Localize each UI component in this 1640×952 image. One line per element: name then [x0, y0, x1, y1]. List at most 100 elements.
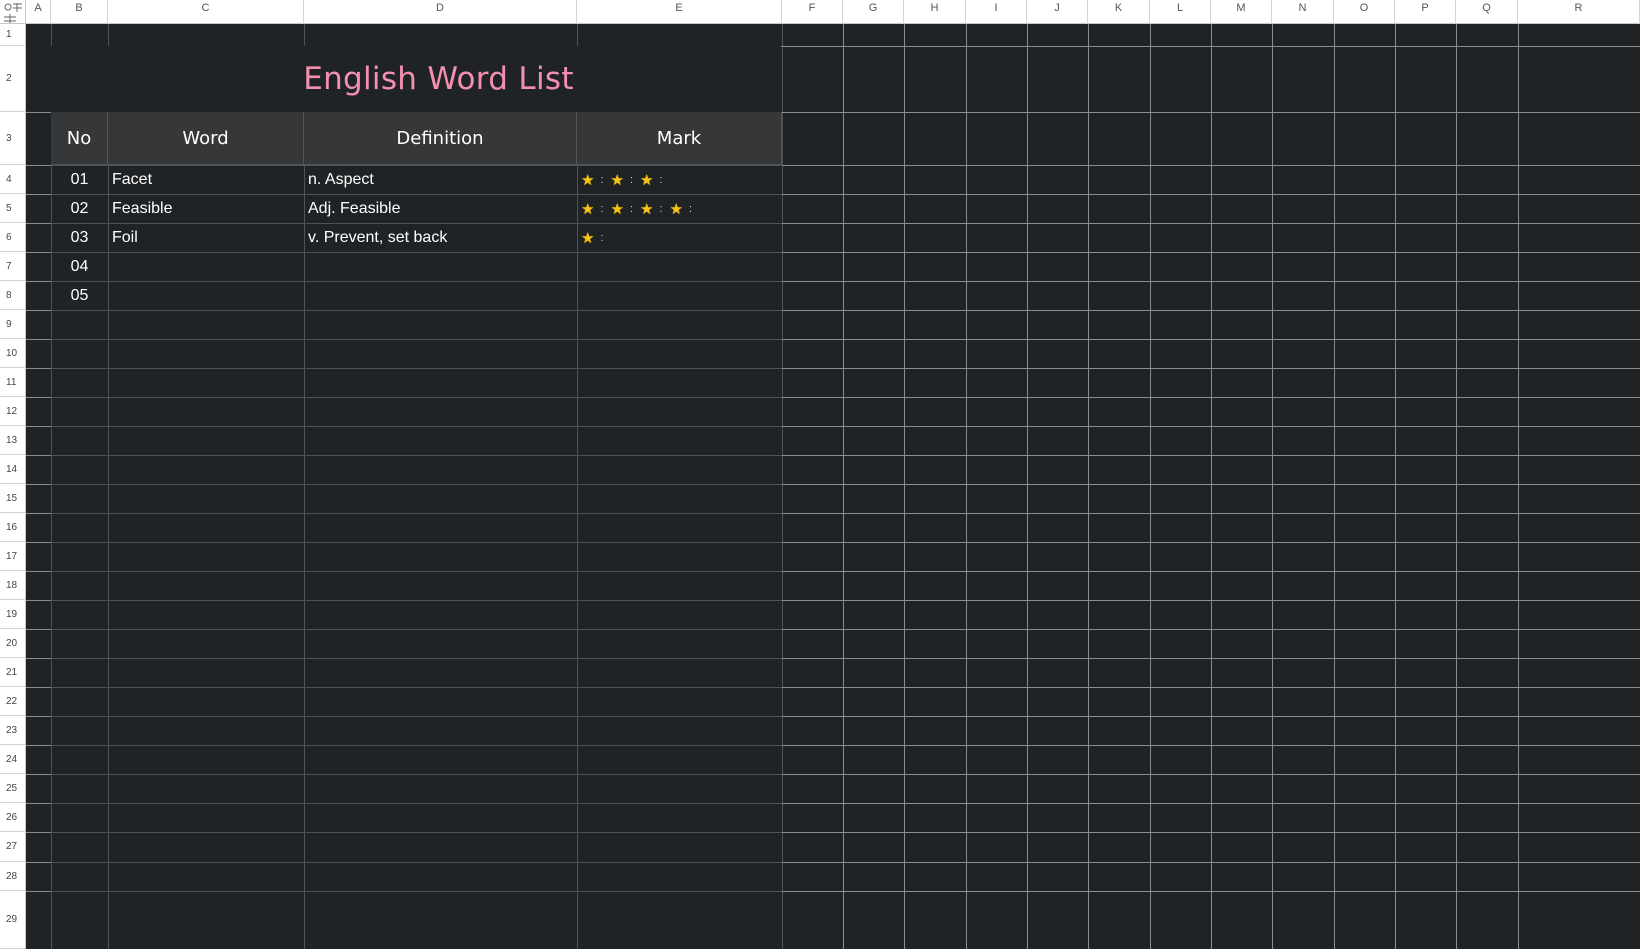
- table-hline: [51, 629, 782, 630]
- row-header-29[interactable]: 29: [0, 891, 26, 949]
- column-header-g[interactable]: G: [843, 0, 904, 24]
- entry-no[interactable]: 02: [51, 194, 108, 223]
- row-header-23[interactable]: 23: [0, 716, 26, 745]
- table-hline: [51, 310, 782, 311]
- column-header-r[interactable]: R: [1518, 0, 1640, 24]
- entry-word[interactable]: Feasible: [108, 194, 304, 223]
- row-header-7[interactable]: 7: [0, 252, 26, 281]
- row-header-18[interactable]: 18: [0, 571, 26, 600]
- row-header-15[interactable]: 15: [0, 484, 26, 513]
- row-header-28[interactable]: 28: [0, 862, 26, 891]
- row-header-20[interactable]: 20: [0, 629, 26, 658]
- column-header-i[interactable]: I: [966, 0, 1027, 24]
- column-header-p[interactable]: P: [1395, 0, 1456, 24]
- star-separator: :: [600, 173, 604, 186]
- row-header-10[interactable]: 10: [0, 339, 26, 368]
- star-icon: ★: [581, 229, 595, 247]
- star-separator: :: [689, 202, 693, 215]
- grid-vline: [1395, 24, 1396, 949]
- row-header-16[interactable]: 16: [0, 513, 26, 542]
- row-header-22[interactable]: 22: [0, 687, 26, 716]
- table-hline: [51, 803, 782, 804]
- column-header-d[interactable]: D: [304, 0, 577, 24]
- grid-vline: [1456, 24, 1457, 949]
- grid-vline: [1211, 24, 1212, 949]
- grid-vline: [966, 24, 967, 949]
- row-header-11[interactable]: 11: [0, 368, 26, 397]
- entry-word[interactable]: Facet: [108, 165, 304, 194]
- row-header-26[interactable]: 26: [0, 803, 26, 832]
- entry-no[interactable]: 01: [51, 165, 108, 194]
- entry-word[interactable]: Foil: [108, 223, 304, 252]
- column-header-f[interactable]: F: [782, 0, 843, 24]
- entry-definition[interactable]: v. Prevent, set back: [304, 223, 577, 252]
- header-definition[interactable]: Definition: [304, 112, 577, 165]
- row-header-13[interactable]: 13: [0, 426, 26, 455]
- table-hline: [51, 774, 782, 775]
- entry-mark[interactable]: [577, 252, 782, 281]
- star-separator: :: [629, 173, 634, 186]
- column-header-j[interactable]: J: [1027, 0, 1088, 24]
- table-hline: [51, 484, 782, 485]
- entry-word[interactable]: [108, 252, 304, 281]
- star-icon: ★: [640, 200, 654, 218]
- entry-no[interactable]: 04: [51, 252, 108, 281]
- row-header-25[interactable]: 25: [0, 774, 26, 803]
- row-header-21[interactable]: 21: [0, 658, 26, 687]
- entry-definition[interactable]: [304, 281, 577, 310]
- row-header-6[interactable]: 6: [0, 223, 26, 252]
- entry-no[interactable]: 05: [51, 281, 108, 310]
- header-no[interactable]: No: [51, 112, 108, 165]
- column-header-a[interactable]: A: [26, 0, 51, 24]
- column-header-k[interactable]: K: [1088, 0, 1150, 24]
- row-header-24[interactable]: 24: [0, 745, 26, 774]
- row-header-2[interactable]: 2: [0, 46, 26, 112]
- row-header-19[interactable]: 19: [0, 600, 26, 629]
- table-hline: [51, 891, 782, 892]
- header-mark[interactable]: Mark: [577, 112, 782, 165]
- row-header-17[interactable]: 17: [0, 542, 26, 571]
- entry-mark[interactable]: ★: ★: ★:: [577, 165, 782, 194]
- table-hline: [51, 862, 782, 863]
- spreadsheet: English Word List No Word Definition Mar…: [0, 0, 1640, 952]
- column-header-o[interactable]: O: [1334, 0, 1395, 24]
- column-header-b[interactable]: B: [51, 0, 108, 24]
- table-hline: [51, 600, 782, 601]
- grid-vline: [1334, 24, 1335, 949]
- column-header-c[interactable]: C: [108, 0, 304, 24]
- row-header-5[interactable]: 5: [0, 194, 26, 223]
- select-all-corner[interactable]: [0, 0, 26, 24]
- row-header-14[interactable]: 14: [0, 455, 26, 484]
- grid-vline: [904, 24, 905, 949]
- entry-definition[interactable]: [304, 252, 577, 281]
- entry-mark[interactable]: ★:: [577, 223, 782, 252]
- entry-word[interactable]: [108, 281, 304, 310]
- entry-mark[interactable]: ★: ★: ★: ★:: [577, 194, 782, 223]
- sheet-title: English Word List: [303, 61, 574, 97]
- grid-vline: [1150, 24, 1151, 949]
- column-header-l[interactable]: L: [1150, 0, 1211, 24]
- table-hline: [51, 397, 782, 398]
- entry-definition[interactable]: Adj. Feasible: [304, 194, 577, 223]
- row-header-3[interactable]: 3: [0, 112, 26, 165]
- row-header-12[interactable]: 12: [0, 397, 26, 426]
- table-hline: [51, 426, 782, 427]
- sheet-title-cell[interactable]: English Word List: [26, 46, 781, 112]
- row-header-1[interactable]: 1: [0, 24, 26, 46]
- header-word[interactable]: Word: [108, 112, 304, 165]
- star-icon: ★: [610, 171, 624, 189]
- table-hline: [51, 339, 782, 340]
- column-header-q[interactable]: Q: [1456, 0, 1518, 24]
- column-header-e[interactable]: E: [577, 0, 782, 24]
- row-header-4[interactable]: 4: [0, 165, 26, 194]
- entry-definition[interactable]: n. Aspect: [304, 165, 577, 194]
- star-separator: :: [659, 173, 663, 186]
- column-header-n[interactable]: N: [1272, 0, 1334, 24]
- column-header-h[interactable]: H: [904, 0, 966, 24]
- row-header-27[interactable]: 27: [0, 832, 26, 862]
- row-header-8[interactable]: 8: [0, 281, 26, 310]
- entry-no[interactable]: 03: [51, 223, 108, 252]
- row-header-9[interactable]: 9: [0, 310, 26, 339]
- entry-mark[interactable]: [577, 281, 782, 310]
- column-header-m[interactable]: M: [1211, 0, 1272, 24]
